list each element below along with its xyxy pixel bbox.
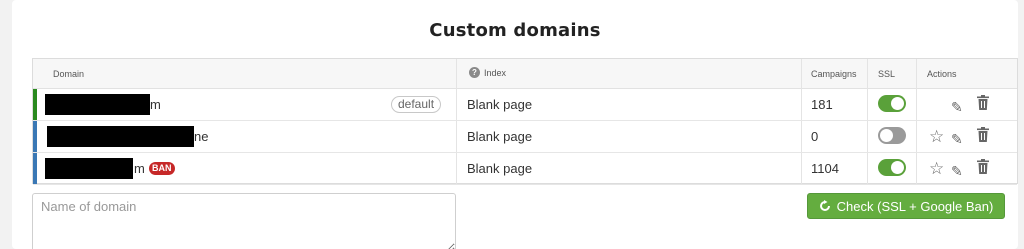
redacted-domain xyxy=(47,126,194,147)
header-domain: Domain xyxy=(53,69,85,79)
domains-table: Domain ? Index Campaigns SSL Actions m d… xyxy=(32,58,1018,185)
pencil-icon[interactable]: ✎ xyxy=(951,129,963,149)
header-ssl: SSL xyxy=(878,69,896,79)
status-stripe xyxy=(33,153,37,184)
domain-name[interactable]: ne xyxy=(194,129,208,144)
campaigns-count: 1104 xyxy=(811,161,839,176)
domain-name-input[interactable] xyxy=(32,193,456,249)
check-ssl-google-ban-button[interactable]: Check (SSL + Google Ban) xyxy=(807,193,1005,219)
check-button-label: Check (SSL + Google Ban) xyxy=(836,198,994,214)
redacted-domain xyxy=(45,94,150,115)
campaigns-count: 0 xyxy=(811,129,819,144)
index-value: Blank page xyxy=(467,97,533,112)
table-row[interactable]: ne Blank page 0 ☆ ✎ xyxy=(33,121,1017,153)
campaigns-count: 181 xyxy=(811,97,833,112)
table-row[interactable]: m default Blank page 181 ✎ xyxy=(33,89,1017,121)
page-title: Custom domains xyxy=(429,20,601,41)
pencil-icon[interactable]: ✎ xyxy=(951,97,963,117)
status-stripe xyxy=(33,89,37,120)
question-circle-icon[interactable]: ? xyxy=(469,67,480,78)
ban-badge: BAN xyxy=(149,162,175,175)
redacted-domain xyxy=(45,158,133,179)
trash-icon[interactable] xyxy=(977,95,989,110)
star-icon[interactable]: ☆ xyxy=(929,127,944,147)
refresh-icon xyxy=(819,200,830,211)
star-icon[interactable]: ☆ xyxy=(929,159,944,179)
domain-name[interactable]: m xyxy=(134,161,145,176)
status-stripe xyxy=(33,121,37,152)
index-value: Blank page xyxy=(467,129,533,144)
table-row[interactable]: m BAN Blank page 1104 ☆ ✎ xyxy=(33,153,1017,185)
custom-domains-panel: Custom domains Domain ? Index Campaigns … xyxy=(12,0,1018,249)
domain-name[interactable]: m xyxy=(150,97,161,112)
ssl-toggle[interactable] xyxy=(878,127,906,144)
trash-icon[interactable] xyxy=(977,127,989,142)
index-value: Blank page xyxy=(467,161,533,176)
header-index: ? Index xyxy=(469,67,506,78)
trash-icon[interactable] xyxy=(977,159,989,174)
default-badge: default xyxy=(391,96,442,113)
header-actions: Actions xyxy=(927,69,957,79)
ssl-toggle[interactable] xyxy=(878,159,906,176)
header-campaigns: Campaigns xyxy=(811,69,857,79)
table-header: Domain ? Index Campaigns SSL Actions xyxy=(33,59,1017,89)
ssl-toggle[interactable] xyxy=(878,95,906,112)
pencil-icon[interactable]: ✎ xyxy=(951,161,963,181)
header-index-label: Index xyxy=(484,67,507,78)
